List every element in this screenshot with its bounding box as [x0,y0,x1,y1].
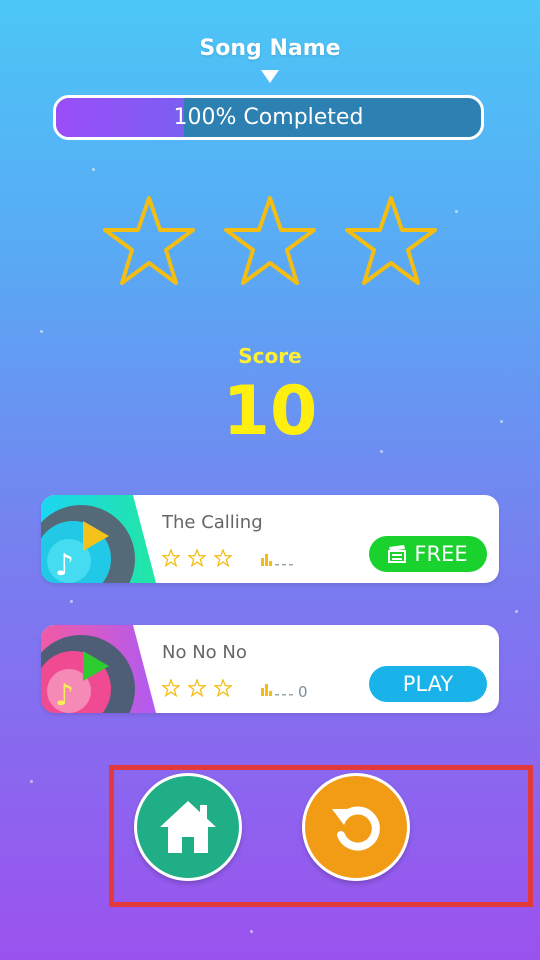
rating-stars [0,192,540,292]
rank-bars-icon [261,554,293,566]
star-icon [214,549,232,567]
svg-text:♪: ♪ [55,678,74,713]
score-label: Score [238,344,302,368]
song-name: Song Name [199,36,341,61]
free-button-label: FREE [414,542,468,566]
score-value: 10 [222,372,318,451]
completion-progress-bar: 100% Completed [53,95,484,140]
star-icon [224,196,316,285]
song-card[interactable]: ♪ No No No 0 PLAY [41,625,499,713]
sparkle [70,600,73,603]
free-button[interactable]: FREE [369,536,487,572]
home-icon [160,801,216,853]
rank-number: 0 [298,683,308,701]
sparkle [30,780,33,783]
replay-icon [332,806,380,851]
star-icon [188,679,206,697]
progress-text: 100% Completed [173,105,364,130]
song-title: No No No [162,642,247,663]
star-icon [214,679,232,697]
clapperboard-icon [388,545,407,563]
song-cover-art: ♪ [41,495,156,583]
sparkle [40,330,43,333]
song-card[interactable]: ♪ The Calling FREE [41,495,499,583]
sparkle [515,610,518,613]
song-cover-art: ♪ [41,625,156,713]
star-icon [103,196,195,285]
play-button-label: PLAY [402,672,454,696]
song-stars [162,549,232,567]
star-icon [162,549,180,567]
svg-text:♪: ♪ [55,548,74,583]
song-title: The Calling [162,512,263,533]
star-icon [345,196,437,285]
rank-bars-icon [261,684,293,696]
song-pointer-icon [261,70,279,83]
home-button[interactable] [134,773,242,881]
song-stars [162,679,232,697]
sparkle [92,168,95,171]
replay-button[interactable] [302,773,410,881]
sparkle [250,930,253,933]
star-icon [162,679,180,697]
star-icon [188,549,206,567]
play-button[interactable]: PLAY [369,666,487,702]
